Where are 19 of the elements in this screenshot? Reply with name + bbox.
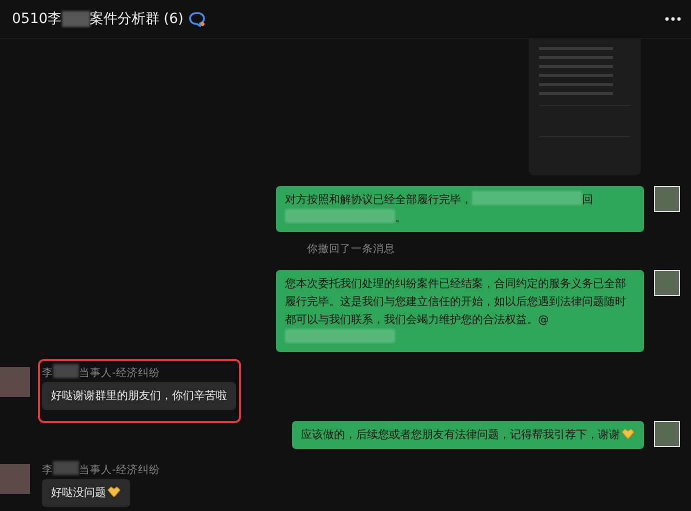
message-bubble: 您本次委托我们处理的纠纷案件已经结案，合同约定的服务义务已全部履行完毕。这是我们与您建立信任的开始，如以后您遇到法律问题随时都可以与我们联系，我们会竭力维护您的合法权益。@: [276, 270, 644, 352]
avatar-photo[interactable]: [654, 421, 680, 447]
recall-notice: 你撤回了一条消息: [306, 242, 396, 256]
window-title: 0510李: [12, 10, 62, 28]
avatar-photo[interactable]: [654, 186, 680, 212]
group-chat-icon: [189, 12, 206, 26]
more-icon[interactable]: [665, 17, 681, 21]
message-bubble: 应该做的，后续您或者您朋友有法律问题，记得帮我引荐下，谢谢: [292, 421, 644, 449]
redacted-block: [53, 364, 79, 378]
message-bubble: 好哒谢谢群里的朋友们，你们辛苦啦: [42, 382, 236, 410]
sender-name: 李 当事人-经济纠纷: [42, 364, 160, 380]
window-title: 案件分析群: [90, 10, 160, 28]
message-bubble: 对方按照和解协议已经全部履行完毕， 回 。: [276, 186, 644, 232]
redacted-block: [53, 461, 79, 475]
avatar-photo[interactable]: [654, 270, 680, 296]
message-bubble: 好哒没问题: [42, 479, 130, 507]
sender-name: 李 当事人-经济纠纷: [42, 461, 160, 477]
window-title: (6): [164, 11, 184, 27]
redacted-block: [62, 11, 90, 27]
